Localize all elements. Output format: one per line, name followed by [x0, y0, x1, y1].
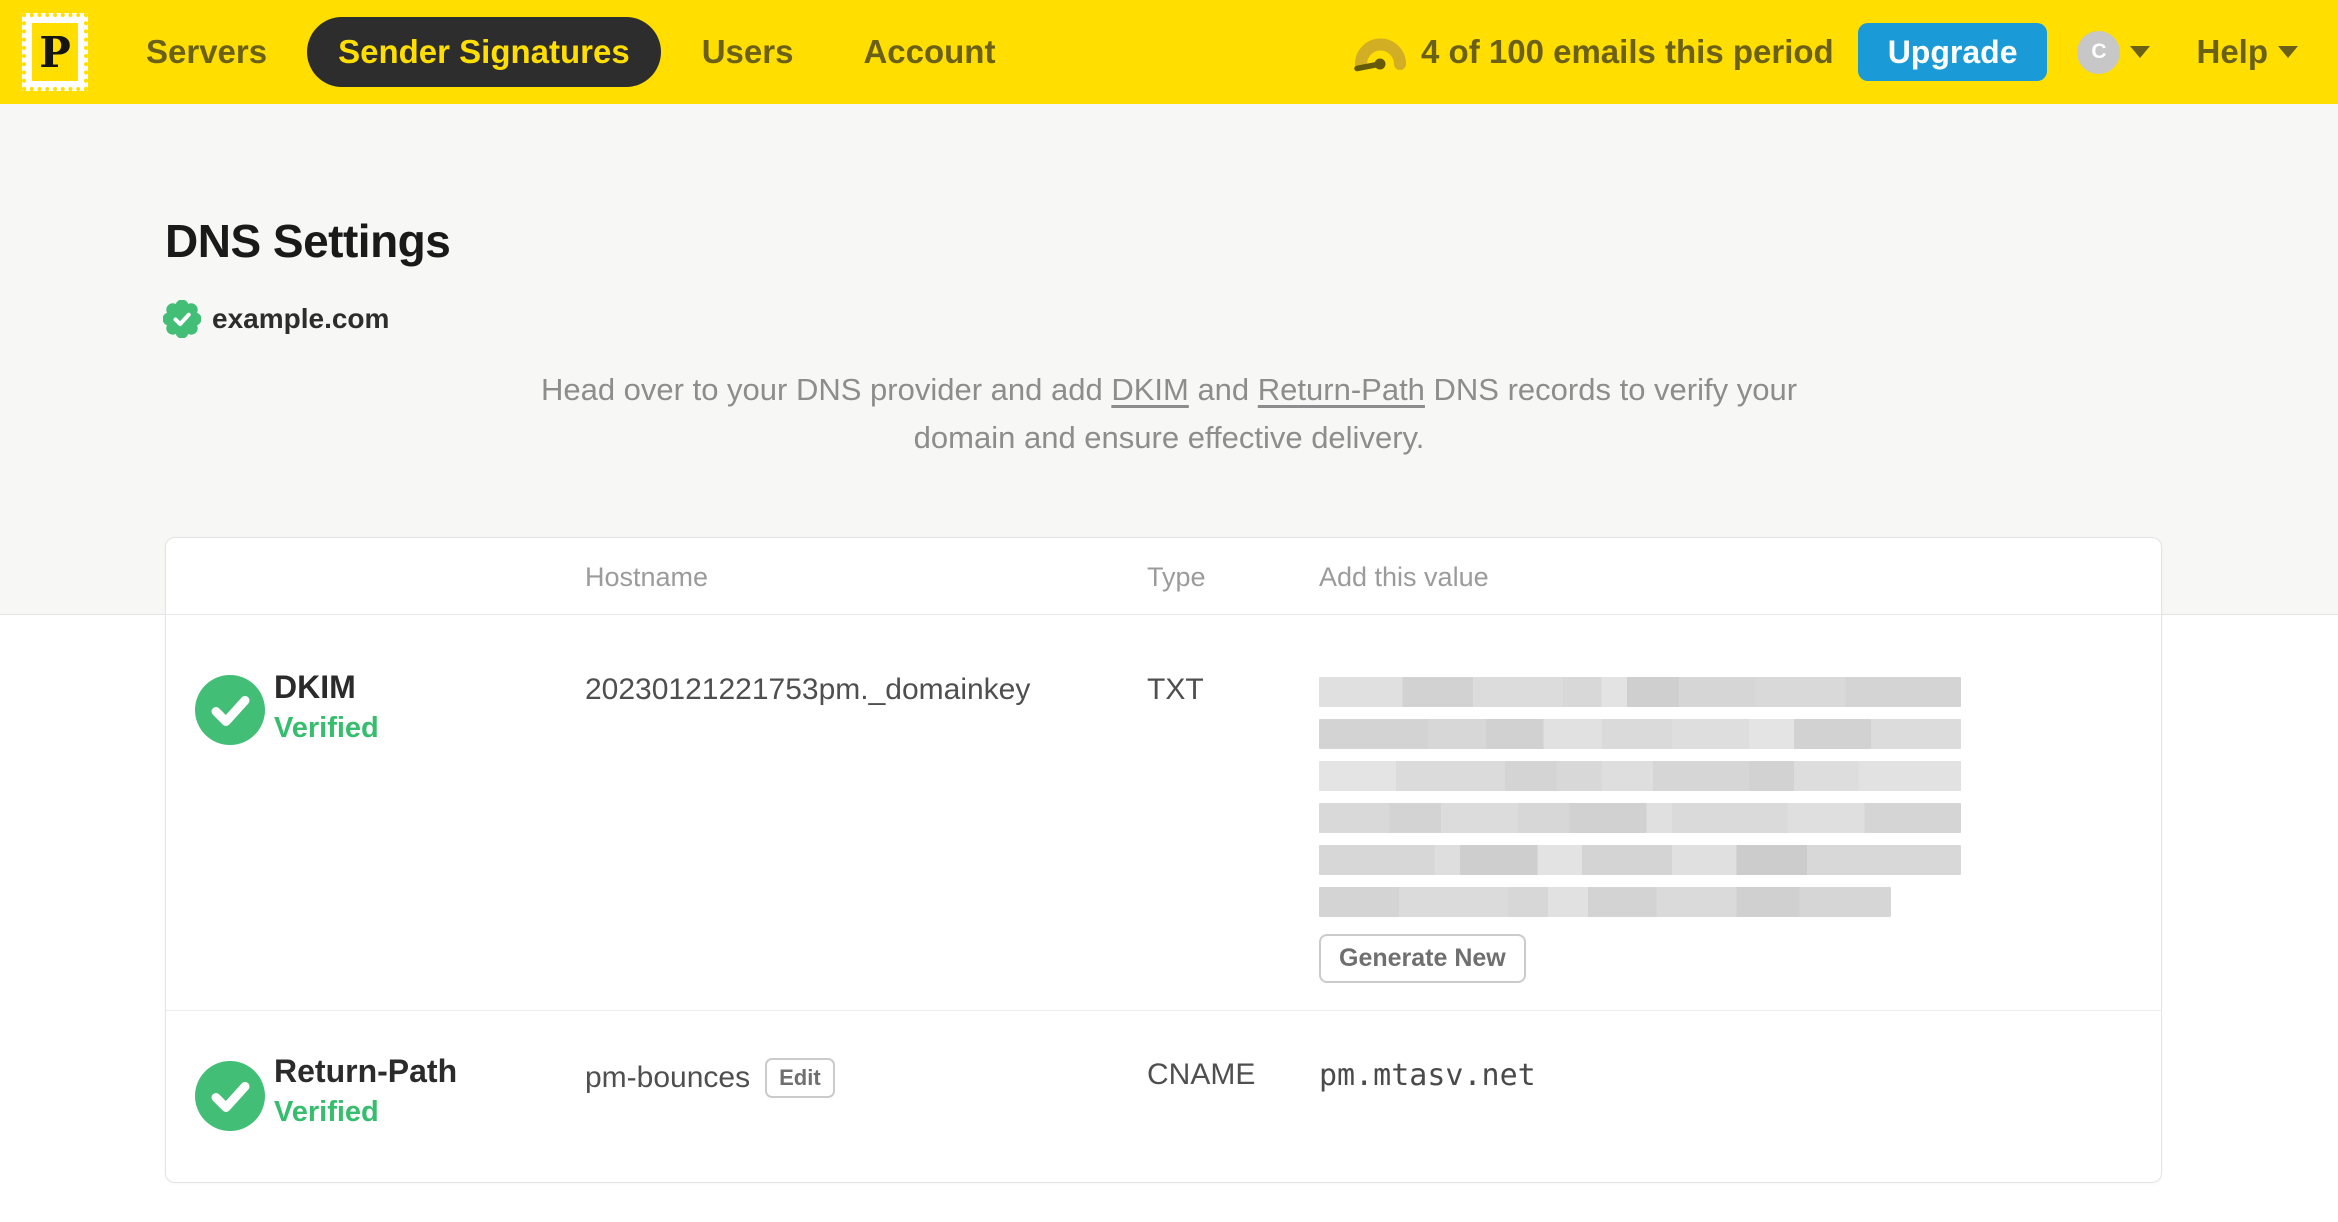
return-path-link[interactable]: Return-Path	[1258, 372, 1425, 407]
verified-check-icon	[195, 1061, 265, 1131]
navbar-right: 4 of 100 emails this period Upgrade C He…	[1353, 23, 2298, 81]
account-menu-caret-icon[interactable]	[2130, 46, 2151, 58]
help-menu-caret-icon[interactable]	[2278, 46, 2298, 58]
record-status-badge: Verified	[274, 1096, 379, 1128]
domain-row: example.com	[163, 300, 389, 338]
top-navbar: P Servers Sender Signatures Users Accoun…	[0, 0, 2338, 104]
usage-gauge-icon	[1354, 38, 1407, 72]
redacted-value-block	[1319, 803, 1961, 833]
record-status-badge: Verified	[274, 712, 379, 744]
record-hostname: 20230121221753pm._domainkey	[585, 673, 1031, 706]
dns-records-card: Hostname Type Add this value DKIM Verifi…	[165, 537, 2162, 1183]
redacted-value-block	[1319, 845, 1961, 875]
column-header-value: Add this value	[1319, 562, 1489, 592]
column-header-type: Type	[1147, 562, 1206, 592]
record-name: Return-Path	[274, 1053, 458, 1089]
nav-item-users[interactable]: Users	[702, 33, 794, 71]
domain-name: example.com	[212, 303, 390, 334]
usage-counter: 4 of 100 emails this period	[1421, 33, 1834, 70]
upgrade-button[interactable]: Upgrade	[1857, 23, 2048, 81]
dns-settings-page: P Servers Sender Signatures Users Accoun…	[0, 0, 2338, 1222]
logo-letter: P	[39, 27, 71, 77]
record-hostname: pm-bounces	[585, 1061, 751, 1094]
redacted-value-block	[1319, 677, 1961, 707]
record-value-redacted: Generate New	[1319, 677, 1961, 983]
table-header: Hostname Type Add this value	[166, 538, 2161, 615]
nav-item-sender-signatures[interactable]: Sender Signatures	[307, 17, 661, 87]
nav-item-account[interactable]: Account	[863, 33, 995, 71]
edit-button[interactable]: Edit	[765, 1058, 835, 1098]
verified-seal-icon	[163, 300, 201, 338]
postmark-logo[interactable]: P	[22, 13, 88, 91]
nav-item-servers[interactable]: Servers	[146, 33, 267, 71]
record-type: CNAME	[1147, 1058, 1256, 1091]
record-value: pm.mtasv.net	[1319, 1058, 1536, 1093]
redacted-value-block	[1319, 887, 1891, 917]
generate-new-button[interactable]: Generate New	[1319, 934, 1526, 983]
table-row-dkim: DKIM Verified 20230121221753pm._domainke…	[166, 615, 2161, 1010]
description-text: and	[1188, 372, 1258, 407]
help-menu[interactable]: Help	[2196, 33, 2268, 71]
redacted-value-block	[1319, 719, 1961, 749]
column-header-hostname: Hostname	[585, 562, 709, 592]
table-row-return-path: Return-Path Verified pm-bounces Edit CNA…	[166, 1010, 2161, 1182]
page-title: DNS Settings	[165, 215, 451, 267]
description-text: Head over to your DNS provider and add	[540, 372, 1112, 407]
postmark-stamp-icon: P	[32, 23, 78, 81]
redacted-value-block	[1319, 761, 1961, 791]
verified-check-icon	[195, 675, 265, 745]
record-name: DKIM	[274, 669, 356, 705]
page-description: Head over to your DNS provider and add D…	[529, 366, 1809, 462]
avatar[interactable]: C	[2077, 30, 2121, 74]
record-type: TXT	[1147, 673, 1204, 706]
dkim-link[interactable]: DKIM	[1111, 372, 1189, 407]
record-hostname-group: pm-bounces Edit	[585, 1058, 835, 1098]
